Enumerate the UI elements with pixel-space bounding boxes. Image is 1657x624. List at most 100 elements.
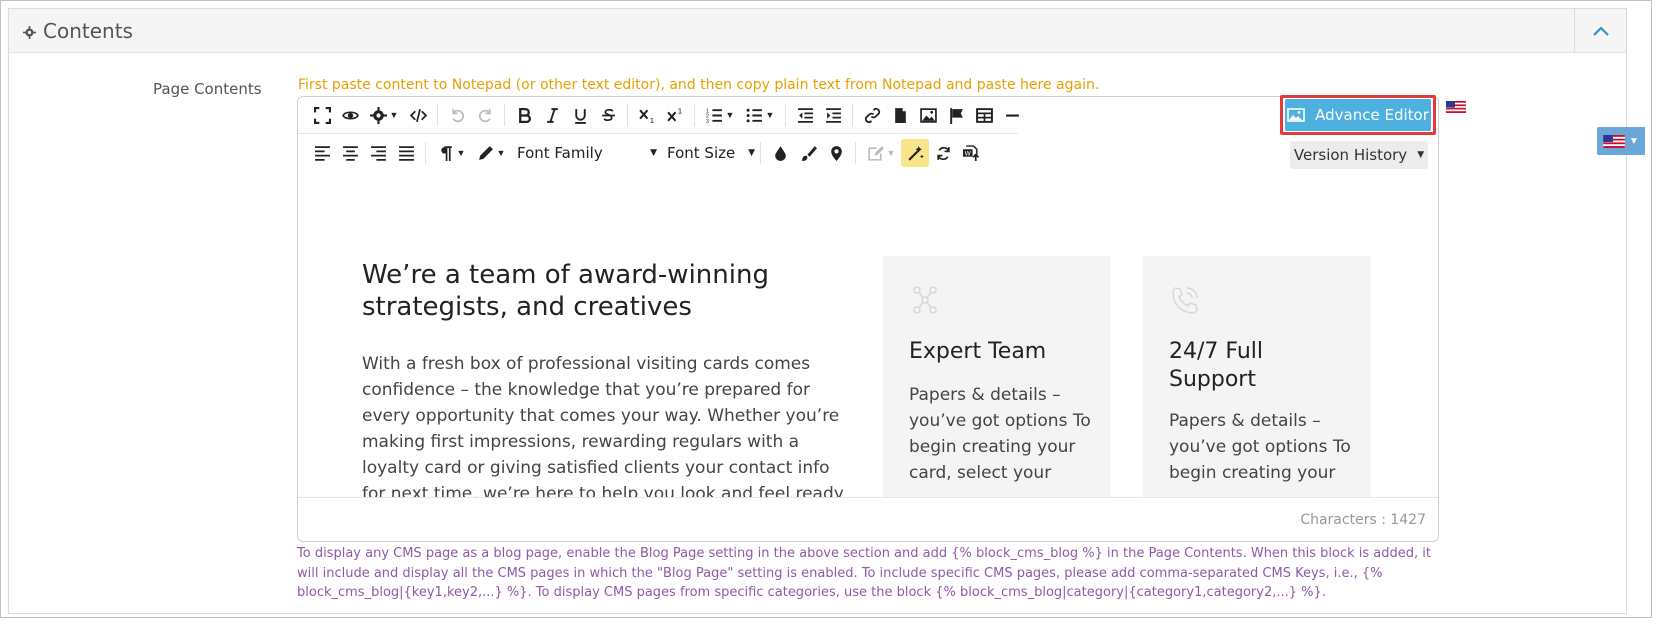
caret-down-icon: ▼ (765, 110, 775, 120)
phone-icon (1172, 287, 1198, 314)
superscript-icon: 1 (666, 107, 682, 121)
file-icon (894, 107, 906, 123)
ordered-list-icon: 123 (706, 108, 722, 124)
align-justify-icon (398, 145, 414, 161)
card-text: Papers & details – you’ve got options To… (1169, 411, 1351, 483)
editor-content-area[interactable]: We’re a team of award-winning strategist… (298, 175, 1438, 497)
indent-button[interactable] (819, 101, 847, 129)
font-family-dropdown[interactable]: Font Family ▼ (517, 144, 657, 162)
code-view-button[interactable] (404, 101, 432, 129)
card-text: Papers & details – you’ve got options To… (909, 385, 1091, 483)
align-left-icon (314, 145, 330, 161)
undo-button[interactable] (443, 101, 471, 129)
version-history-dropdown[interactable]: Version History ▼ (1290, 141, 1428, 169)
horizontal-line-icon (1005, 113, 1019, 117)
background-color-button[interactable] (794, 139, 822, 167)
strikethrough-button[interactable] (594, 101, 622, 129)
link-icon (864, 107, 880, 123)
character-count: Characters : 1427 (1300, 512, 1426, 528)
ordered-list-dropdown[interactable]: 1 2 3 ▼ (700, 101, 740, 129)
font-family-label: Font Family (517, 144, 603, 162)
toolbar-row-divider (298, 133, 1018, 134)
word-import-button[interactable]: W (957, 139, 985, 167)
svg-text:1: 1 (677, 107, 682, 115)
align-right-button[interactable] (364, 139, 392, 167)
toolbar-divider (504, 104, 505, 126)
feature-card: Expert Team Papers & details – you’ve go… (883, 256, 1111, 497)
version-history-label: Version History (1293, 146, 1408, 164)
bold-button[interactable] (510, 101, 538, 129)
settings-dropdown[interactable]: ▼ (364, 101, 404, 129)
gear-icon (23, 26, 36, 39)
font-size-dropdown[interactable]: Font Size ▼ (667, 144, 755, 162)
insert-file-button[interactable] (886, 101, 914, 129)
align-justify-button[interactable] (392, 139, 420, 167)
brush-icon (801, 145, 817, 161)
caret-down-icon: ▼ (725, 110, 735, 120)
feature-card: 24/7 Full Support Papers & details – you… (1143, 256, 1371, 497)
insert-map-button[interactable] (822, 139, 850, 167)
underline-icon (574, 108, 586, 124)
unordered-list-dropdown[interactable]: ▼ (740, 101, 780, 129)
fullscreen-icon (313, 106, 331, 124)
subscript-button[interactable]: 1 (633, 101, 661, 129)
outdent-button[interactable] (791, 101, 819, 129)
map-marker-icon (830, 145, 842, 161)
toolbar-row-1: ▼ 1 1 1 2 3 ▼ ▼ (308, 97, 1026, 133)
toolbar-divider (852, 104, 853, 126)
fullscreen-button[interactable] (308, 101, 336, 129)
edit-dropdown[interactable]: ▼ (861, 139, 901, 167)
caret-down-icon: ▼ (748, 148, 755, 158)
unordered-list-icon (746, 108, 762, 122)
outdent-icon (797, 107, 813, 123)
blog-help-text: To display any CMS page as a blog page, … (297, 546, 1431, 600)
caret-down-icon: ▼ (389, 110, 399, 120)
magic-wand-button[interactable] (901, 139, 929, 167)
toolbar-divider (627, 104, 628, 126)
align-center-button[interactable] (336, 139, 364, 167)
panel-title: Contents (43, 19, 133, 43)
insert-image-button[interactable] (914, 101, 942, 129)
pencil-icon (478, 145, 493, 160)
rich-text-editor: ▼ 1 1 1 2 3 ▼ ▼ ▼ ▼ Font Family ▼ Font S… (297, 96, 1439, 542)
caret-down-icon: ▼ (496, 148, 506, 158)
redo-icon (478, 108, 491, 122)
svg-text:1: 1 (649, 115, 654, 123)
advance-editor-button[interactable]: Advance Editor (1285, 99, 1431, 131)
card-title: 24/7 Full Support (1169, 339, 1264, 392)
redo-button[interactable] (471, 101, 499, 129)
caret-down-icon: ▼ (886, 148, 896, 158)
code-icon (409, 108, 427, 122)
refresh-button[interactable] (929, 139, 957, 167)
panel-header: Contents (9, 9, 1626, 53)
align-center-icon (342, 145, 358, 161)
font-size-label: Font Size (667, 144, 736, 162)
language-selector[interactable]: ▼ (1597, 127, 1645, 155)
refresh-icon (936, 146, 950, 160)
flag-icon (949, 107, 963, 124)
insert-anchor-button[interactable] (942, 101, 970, 129)
text-color-button[interactable] (766, 139, 794, 167)
table-icon (975, 107, 993, 123)
paragraph-format-dropdown[interactable]: ▼ (431, 139, 471, 167)
insert-link-button[interactable] (858, 101, 886, 129)
indent-icon (825, 107, 841, 123)
bold-icon (518, 107, 531, 123)
preview-button[interactable] (336, 101, 364, 129)
superscript-button[interactable]: 1 (661, 101, 689, 129)
toolbar-divider (760, 142, 761, 164)
content-heading: We’re a team of award-winning strategist… (362, 260, 769, 322)
paragraph-icon (440, 145, 452, 161)
horizontal-line-button[interactable] (998, 101, 1026, 129)
us-flag-icon (1603, 134, 1625, 148)
content-paragraph: With a fresh box of professional visitin… (362, 354, 844, 497)
align-left-button[interactable] (308, 139, 336, 167)
eye-icon (341, 110, 359, 120)
insert-table-button[interactable] (970, 101, 998, 129)
image-icon (919, 107, 937, 123)
underline-button[interactable] (566, 101, 594, 129)
collapse-button[interactable] (1574, 9, 1626, 53)
paragraph-style-dropdown[interactable]: ▼ (471, 139, 511, 167)
align-right-icon (370, 145, 386, 161)
italic-button[interactable] (538, 101, 566, 129)
